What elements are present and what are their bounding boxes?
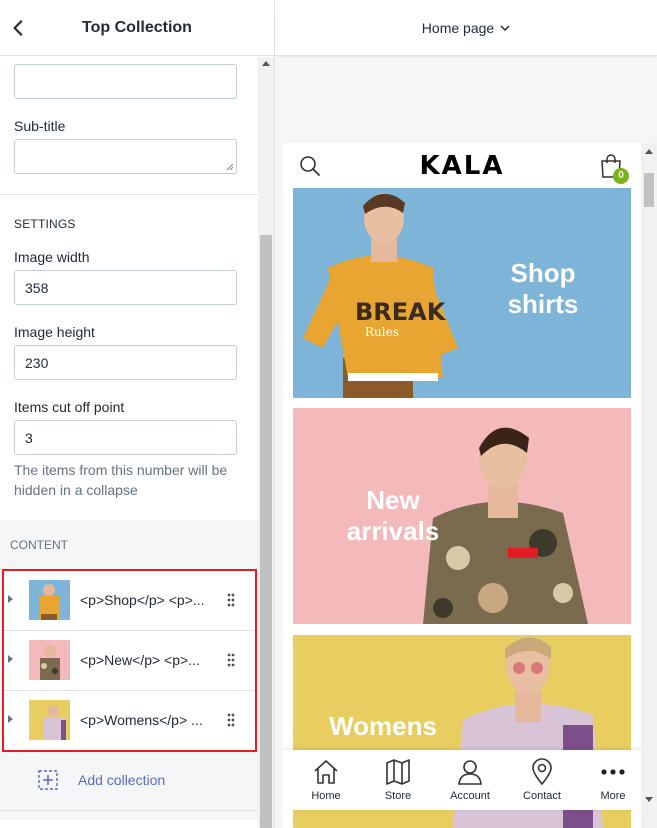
item-label: <p>Shop</p> <p>... xyxy=(80,592,205,608)
banner-line-2: shirts xyxy=(507,289,579,319)
item-thumbnail xyxy=(29,640,70,680)
user-icon xyxy=(458,760,482,785)
nav-home[interactable]: Home xyxy=(295,750,355,810)
bottom-navigation: Home Store Account Contact More xyxy=(283,750,641,810)
page-selector-label: Home page xyxy=(421,19,495,36)
image-width-label: Image width xyxy=(14,249,90,265)
item-label: <p>Womens</p> ... xyxy=(80,712,203,728)
svg-text:Rules: Rules xyxy=(365,325,399,339)
store-header: KALA 0 xyxy=(283,143,641,188)
store-logo[interactable]: KALA xyxy=(283,151,641,181)
settings-panel: Top Collection Sub-title SETTINGS Image … xyxy=(0,0,275,828)
image-height-input[interactable]: 230 xyxy=(14,345,237,380)
item-label: <p>New</p> <p>... xyxy=(80,652,200,668)
item-thumbnail xyxy=(29,580,70,620)
settings-scroll-area: Sub-title SETTINGS Image width 358 Image… xyxy=(0,57,274,828)
cutoff-input[interactable]: 3 xyxy=(14,420,237,455)
scroll-up-arrow-icon[interactable] xyxy=(262,61,270,66)
chevron-down-icon xyxy=(500,24,510,31)
preview-area: Home page KALA 0 BREAK Rules Shop shirts… xyxy=(275,0,657,828)
list-item[interactable]: <p>New</p> <p>... xyxy=(4,631,255,691)
expand-arrow-icon[interactable] xyxy=(8,655,13,663)
nav-contact[interactable]: Contact xyxy=(511,750,571,810)
nav-label: Account xyxy=(450,790,490,802)
preview-scrollbar[interactable] xyxy=(641,143,657,828)
chevron-left-icon[interactable] xyxy=(8,17,30,39)
cutoff-label: Items cut off point xyxy=(14,399,125,415)
nav-label: Store xyxy=(384,790,412,802)
expand-arrow-icon[interactable] xyxy=(8,715,13,723)
banner-line-1: Shop xyxy=(510,258,576,288)
collection-list: <p>Shop</p> <p>... <p>New</p> <p>... <p>… xyxy=(2,569,257,752)
nav-more[interactable]: More xyxy=(582,750,642,810)
add-collection-button[interactable]: Add collection xyxy=(38,770,165,790)
nav-account[interactable]: Account xyxy=(439,750,499,810)
store-preview-frame: KALA 0 BREAK Rules Shop shirts New arriv… xyxy=(283,143,657,828)
drag-handle-icon[interactable] xyxy=(226,593,236,607)
banner-line-1: New xyxy=(366,485,420,515)
cart-count-badge: 0 xyxy=(613,168,629,184)
location-pin-icon xyxy=(532,758,552,786)
drag-handle-icon[interactable] xyxy=(226,653,236,667)
collection-banner-shop-shirts[interactable]: BREAK Rules Shop shirts xyxy=(293,188,631,398)
banner-line-1: Womens xyxy=(329,711,437,741)
cutoff-help-text: The items from this number will be hidde… xyxy=(14,462,228,498)
subtitle-label: Sub-title xyxy=(14,118,66,134)
home-icon xyxy=(314,760,338,784)
page-selector[interactable]: Home page xyxy=(275,0,657,56)
scroll-down-arrow-icon[interactable] xyxy=(645,797,653,802)
nav-store[interactable]: Store xyxy=(367,750,427,810)
add-collection-label: Add collection xyxy=(78,772,166,788)
list-item[interactable]: <p>Shop</p> <p>... xyxy=(4,571,255,631)
scroll-up-arrow-icon[interactable] xyxy=(645,149,653,154)
subtitle-textarea[interactable] xyxy=(14,139,237,174)
list-item[interactable]: <p>Womens</p> ... xyxy=(4,691,255,751)
map-icon xyxy=(386,759,410,785)
drag-handle-icon[interactable] xyxy=(226,713,236,727)
nav-label: More xyxy=(600,790,626,802)
svg-text:BREAK: BREAK xyxy=(355,298,447,326)
panel-title: Top Collection xyxy=(82,18,192,36)
scrollbar-thumb[interactable] xyxy=(644,173,654,207)
scrollbar-thumb[interactable] xyxy=(260,235,272,828)
add-block-icon xyxy=(38,770,58,790)
item-thumbnail xyxy=(29,700,70,740)
content-heading: CONTENT xyxy=(10,538,68,552)
collection-banner-new-arrivals[interactable]: New arrivals xyxy=(293,408,631,624)
image-height-label: Image height xyxy=(14,324,95,340)
nav-label: Contact xyxy=(523,790,561,802)
settings-heading: SETTINGS xyxy=(14,217,76,231)
panel-header: Top Collection xyxy=(0,0,274,56)
divider xyxy=(0,810,258,811)
resize-grip-icon[interactable] xyxy=(226,163,234,171)
divider xyxy=(0,194,258,195)
title-input[interactable] xyxy=(14,64,237,99)
banner-line-2: arrivals xyxy=(346,516,440,546)
image-width-input[interactable]: 358 xyxy=(14,270,237,305)
panel-scrollbar[interactable] xyxy=(258,57,274,828)
nav-label: Home xyxy=(311,790,341,802)
expand-arrow-icon[interactable] xyxy=(8,595,13,603)
more-dots-icon xyxy=(601,769,625,775)
